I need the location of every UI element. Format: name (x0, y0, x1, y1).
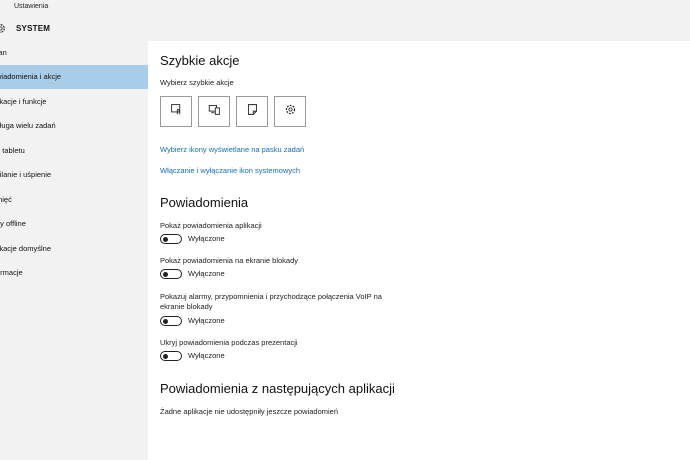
sidebar-item-ekran[interactable]: ran (0, 41, 148, 65)
toggle-state: Wyłączone (188, 351, 225, 360)
tablet-mode-icon (170, 103, 183, 121)
sidebar-item-label: wiadomienia i akcje (0, 72, 62, 81)
setting-label-continued: ekranie blokady (160, 302, 213, 311)
settings-gear-icon (284, 103, 297, 121)
quick-action-tablet-mode[interactable] (160, 96, 192, 127)
presentation-notifications-toggle[interactable] (160, 351, 182, 361)
setting-label: Pokazuj alarmy, przypomnienia i przychod… (160, 292, 382, 301)
sidebar: ran wiadomienia i akcje likacje i funkcj… (0, 41, 148, 460)
sidebar-item-label: mięć (0, 195, 12, 204)
sidebar-item-aplikacje[interactable]: likacje i funkcje (0, 90, 148, 114)
toggle-knob (163, 318, 168, 324)
apps-notifications-empty: Żadne aplikacje nie udostępniły jeszcze … (160, 407, 339, 416)
quick-actions-subtitle: Wybierz szybkie akcje (160, 78, 234, 87)
setting-label: Pokaż powiadomienia na ekranie blokady (160, 256, 299, 265)
toggle-state: Wyłączone (188, 234, 225, 243)
quick-action-settings[interactable] (274, 96, 306, 127)
window-title: Ustawienia (14, 3, 49, 10)
sidebar-item-label: likacje i funkcje (0, 97, 47, 106)
sidebar-item-pamiec[interactable]: mięć (0, 188, 148, 212)
setting-label: Ukryj powiadomienia podczas prezentacji (160, 338, 298, 347)
sidebar-item-label: sługa wielu zadań (0, 121, 56, 130)
page-title: SYSTEM (16, 24, 51, 33)
quick-action-note[interactable] (236, 96, 268, 127)
sidebar-item-label: ormacje (0, 268, 23, 277)
connect-display-icon (208, 103, 221, 121)
sidebar-item-zasilanie[interactable]: silanie i uśpienie (0, 163, 148, 187)
app-notifications-toggle[interactable] (160, 234, 182, 244)
note-icon (246, 103, 259, 121)
sidebar-item-powiadomienia[interactable]: wiadomienia i akcje (0, 65, 148, 89)
toggle-knob (163, 353, 168, 359)
alarms-lockscreen-toggle[interactable] (160, 316, 182, 326)
main-content: Szybkie akcje Wybierz szybkie akcje Wybi… (148, 41, 690, 460)
sidebar-item-mapy-offline[interactable]: py offline (0, 212, 148, 236)
setting-label: Pokaż powiadomienia aplikacji (160, 221, 262, 230)
sidebar-item-aplikacje-domyslne[interactable]: likacje domyślne (0, 237, 148, 261)
toggle-state: Wyłączone (188, 269, 225, 278)
sidebar-item-informacje[interactable]: ormacje (0, 261, 148, 285)
gear-icon (0, 22, 7, 35)
lockscreen-notifications-toggle[interactable] (160, 269, 182, 279)
apps-notifications-heading: Powiadomienia z następujących aplikacji (160, 381, 395, 396)
notifications-heading: Powiadomienia (160, 195, 249, 210)
sidebar-item-label: silanie i uśpienie (0, 170, 52, 179)
sidebar-item-label: likacje domyślne (0, 244, 52, 253)
sidebar-item-label: b tabletu (0, 146, 25, 155)
settings-header: SYSTEM (0, 15, 690, 41)
toggle-knob (163, 271, 168, 277)
taskbar-icons-link[interactable]: Wybierz ikony wyświetlane na pasku zadań (160, 145, 304, 154)
quick-actions-heading: Szybkie akcje (160, 53, 240, 68)
sidebar-item-label: py offline (0, 219, 26, 228)
system-icons-link[interactable]: Włączanie i wyłączanie ikon systemowych (160, 166, 300, 175)
sidebar-item-wielozadaniowosc[interactable]: sługa wielu zadań (0, 114, 148, 138)
sidebar-item-tablet[interactable]: b tabletu (0, 139, 148, 163)
toggle-knob (163, 236, 168, 242)
sidebar-item-label: ran (0, 48, 7, 57)
toggle-state: Wyłączone (188, 316, 225, 325)
title-bar: Ustawienia (0, 0, 690, 15)
quick-action-connect[interactable] (198, 96, 230, 127)
